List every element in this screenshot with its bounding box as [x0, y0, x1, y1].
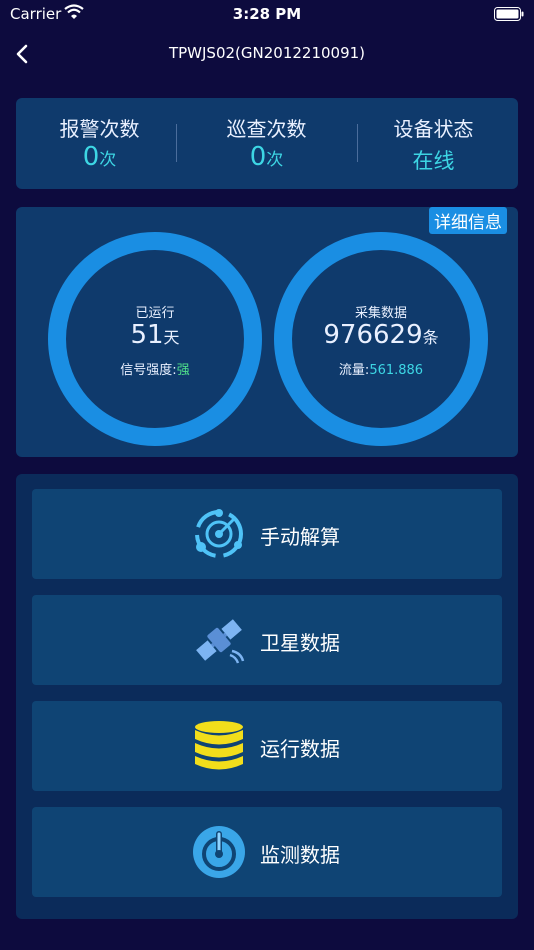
collected-data-caption: 采集数据: [354, 306, 407, 321]
patrol-count-number: 0: [249, 142, 267, 172]
patrol-count-unit: 次: [266, 150, 284, 170]
patrol-count-label: 巡查次数: [226, 117, 307, 141]
signal-strength-label: 信号强度:: [120, 363, 177, 378]
detail-info-button[interactable]: 详细信息: [429, 207, 507, 234]
alarm-count-stat: 报警次数 0次: [16, 98, 183, 189]
manual-calc-button[interactable]: 手动解算: [32, 489, 502, 579]
device-status-stat: 设备状态 在线: [350, 98, 517, 189]
signal-strength-value: 强: [176, 363, 190, 378]
collected-data-unit: 条: [422, 328, 439, 347]
data-flow-value: 561.886: [369, 363, 424, 378]
run-data-button[interactable]: 运行数据: [32, 701, 502, 791]
data-flow: 流量:561.886: [292, 359, 470, 378]
manual-calc-icon: [195, 509, 243, 558]
database-icon: [195, 721, 243, 770]
divider: [176, 124, 177, 162]
patrol-count-stat: 巡查次数 0次: [183, 98, 350, 189]
collected-data-value: 976629条: [292, 320, 470, 350]
battery-icon: [494, 6, 524, 25]
page-title: TPWJS02(GN2012210091): [168, 44, 366, 62]
monitor-data-label: 监测数据: [260, 843, 340, 867]
actions-panel: 手动解算 卫星数据 运行数据 监测数据: [16, 474, 518, 919]
data-flow-label: 流量:: [338, 363, 370, 378]
manual-calc-label: 手动解算: [260, 525, 340, 549]
run-days-caption: 已运行: [135, 306, 175, 321]
satellite-data-button[interactable]: 卫星数据: [32, 595, 502, 685]
satellite-icon: [196, 619, 245, 664]
patrol-count-value: 0次: [183, 142, 350, 172]
device-status-value: 在线: [412, 149, 455, 173]
run-days-unit: 天: [163, 328, 180, 347]
alarm-count-label: 报警次数: [59, 117, 140, 141]
stats-panel: 报警次数 0次 巡查次数 0次 设备状态 在线: [16, 98, 518, 189]
rings-panel: 详细信息 已运行 51天 信号强度:强 采集数据 976629条 流量:561.…: [16, 207, 518, 457]
collected-data-number: 976629: [323, 320, 423, 350]
monitor-data-button[interactable]: 监测数据: [32, 807, 502, 897]
run-days-number: 51: [130, 320, 164, 350]
satellite-data-label: 卫星数据: [260, 631, 340, 655]
device-status-label: 设备状态: [393, 117, 474, 141]
run-days-ring: 已运行 51天 信号强度:强: [48, 232, 262, 446]
status-time: 3:28 PM: [232, 5, 302, 23]
nav-bar: TPWJS02(GN2012210091): [0, 32, 534, 76]
signal-strength: 信号强度:强: [66, 359, 244, 378]
collected-data-ring: 采集数据 976629条 流量:561.886: [274, 232, 488, 446]
run-days-value: 51天: [66, 320, 244, 350]
alarm-count-value: 0次: [16, 142, 183, 172]
alarm-count-unit: 次: [99, 150, 117, 170]
alarm-count-number: 0: [82, 142, 100, 172]
run-data-label: 运行数据: [260, 737, 340, 761]
monitor-gauge-icon: [193, 826, 245, 878]
status-bar: Carrier 3:28 PM: [0, 0, 534, 28]
